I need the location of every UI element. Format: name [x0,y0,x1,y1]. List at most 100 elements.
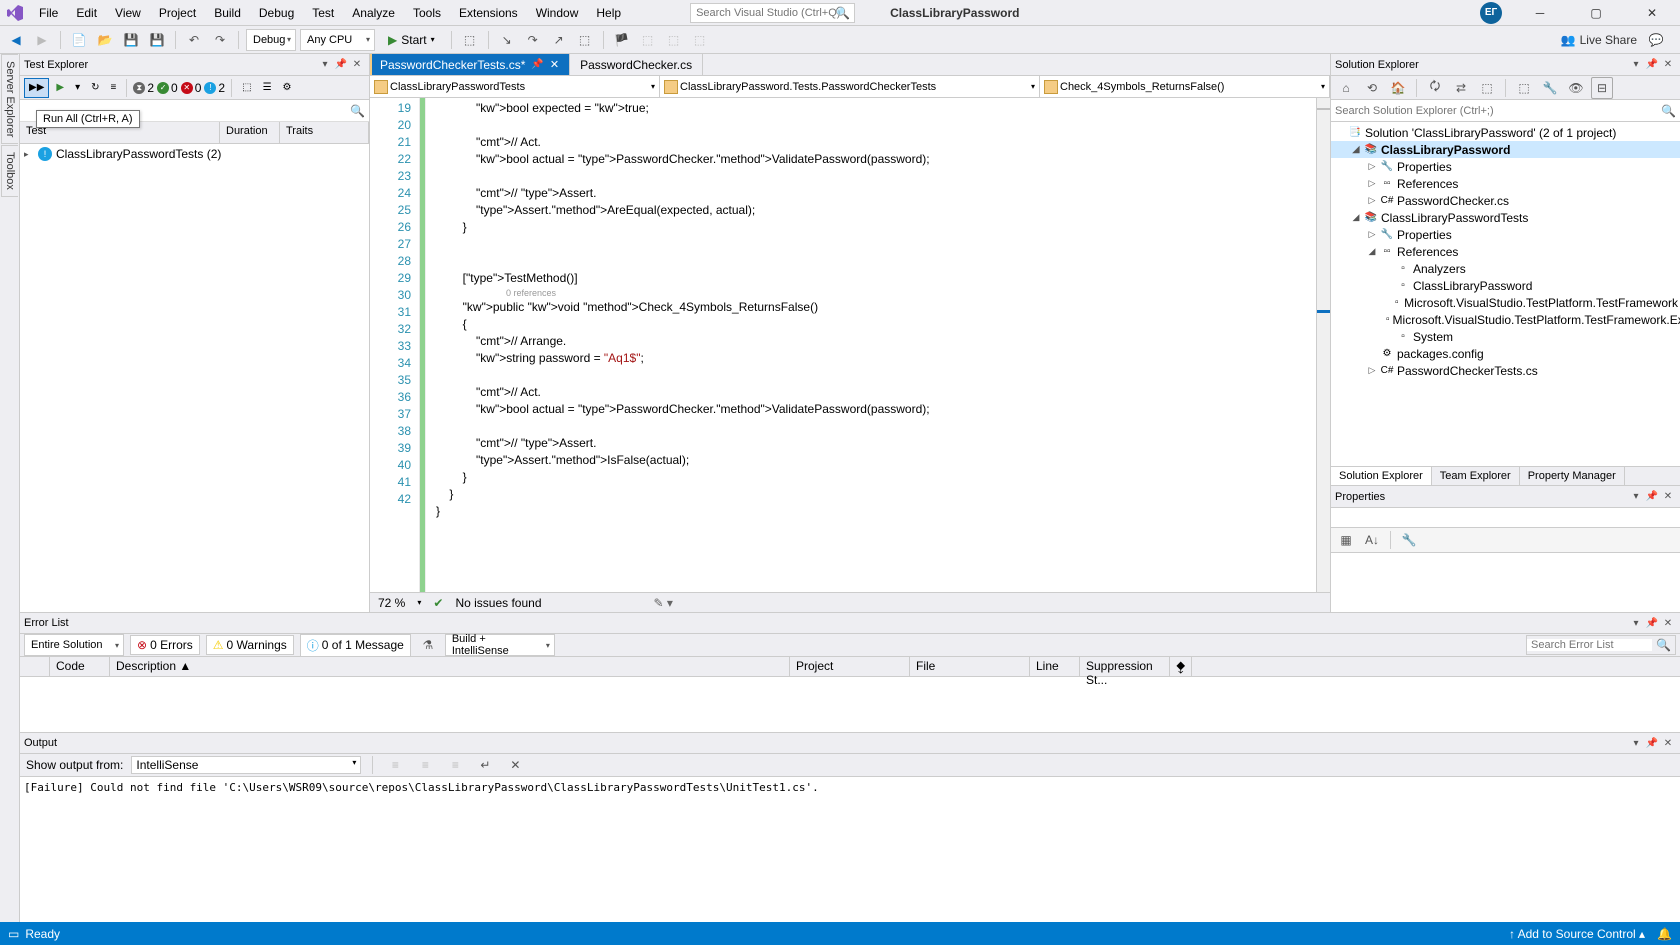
out-wordwrap-button[interactable]: ↵ [474,754,496,776]
minimize-button[interactable]: ─ [1522,1,1558,25]
messages-filter[interactable]: ⓘ0 of 1 Message [300,634,411,657]
nav-member[interactable]: Check_4Symbols_ReturnsFalse() [1040,76,1330,97]
tb-btn-flag[interactable]: 🏴 [611,29,633,51]
expand-icon[interactable]: ▷ [1367,161,1377,172]
out-pin-button[interactable]: 📌 [1644,735,1660,751]
config-dropdown[interactable]: Debug [246,29,296,51]
warnings-filter[interactable]: ⚠0 Warnings [206,635,294,655]
menu-tools[interactable]: Tools [404,3,450,23]
passed-count[interactable]: ✓0 [157,81,178,95]
se-refresh-button[interactable]: 🗘 [1424,77,1446,99]
se-node[interactable]: ◢▫▫References [1331,243,1680,260]
el-filter-button[interactable]: ⚗ [417,634,439,656]
out-dropdown-button[interactable]: ▾ [1628,735,1644,751]
total-count[interactable]: ⧗2 [133,81,154,95]
el-col[interactable]: Project [790,657,910,676]
repeat-button[interactable]: ↻ [87,78,103,98]
step-over-button[interactable]: ↷ [522,29,544,51]
global-search[interactable]: 🔍 [690,3,855,23]
open-button[interactable]: 📂 [94,29,116,51]
se-btn-2[interactable]: ⟲ [1361,77,1383,99]
menu-file[interactable]: File [30,3,67,23]
menu-analyze[interactable]: Analyze [343,3,404,23]
se-node[interactable]: ⚙packages.config [1331,345,1680,362]
expand-icon[interactable]: ▷ [1367,229,1377,240]
output-text[interactable]: [Failure] Could not find file 'C:\Users\… [20,777,1680,922]
se-node[interactable]: ◢📚ClassLibraryPasswordTests [1331,209,1680,226]
menu-extensions[interactable]: Extensions [450,3,527,23]
menu-window[interactable]: Window [527,3,588,23]
el-col[interactable]: Suppression St... [1080,657,1170,676]
expand-icon[interactable]: ◢ [1367,246,1377,257]
props-alpha-button[interactable]: A↓ [1361,529,1383,551]
se-node[interactable]: ▫Analyzers [1331,260,1680,277]
maximize-button[interactable]: ▢ [1578,1,1614,25]
pen-icon[interactable]: ✎ ▾ [654,596,673,610]
test-tree-root[interactable]: ▸ ! ClassLibraryPasswordTests (2) [22,146,367,162]
scroll-bar[interactable] [1316,98,1330,592]
col-traits[interactable]: Traits [280,122,369,143]
se-btn-3[interactable]: 🏠 [1387,77,1409,99]
expand-icon[interactable]: ◢ [1351,144,1361,155]
zoom-level[interactable]: 72 % [378,596,405,610]
el-close-button[interactable]: ✕ [1660,615,1676,631]
se-btn-10[interactable]: ⊟ [1591,77,1613,99]
se-node[interactable]: ▫Microsoft.VisualStudio.TestPlatform.Tes… [1331,294,1680,311]
close-icon[interactable]: ✕ [550,58,559,71]
out-btn-2[interactable]: ≡ [414,754,436,776]
props-object-selector[interactable] [1331,508,1680,528]
te-dropdown[interactable]: ▾ [71,78,84,98]
el-scope-dropdown[interactable]: Entire Solution [24,634,124,656]
out-btn-3[interactable]: ≡ [444,754,466,776]
tb-btn-1[interactable]: ⬚ [459,29,481,51]
el-dropdown-button[interactable]: ▾ [1628,615,1644,631]
save-all-button[interactable]: 💾 [146,29,168,51]
col-duration[interactable]: Duration [220,122,280,143]
playlist-button[interactable]: ≡ [107,78,121,98]
el-col[interactable]: Code [50,657,110,676]
se-node[interactable]: ▫Microsoft.VisualStudio.TestPlatform.Tes… [1331,311,1680,328]
out-clear-button[interactable]: ✕ [504,754,526,776]
undo-button[interactable]: ↶ [183,29,205,51]
se-node[interactable]: ▫System [1331,328,1680,345]
se-pin-button[interactable]: 📌 [1644,57,1660,73]
menu-build[interactable]: Build [205,3,250,23]
se-node[interactable]: ▷C#PasswordChecker.cs [1331,192,1680,209]
redo-button[interactable]: ↷ [209,29,231,51]
expand-icon[interactable]: ◢ [1351,212,1361,223]
code-editor[interactable]: 1920212223242526272829303132333435363738… [370,98,1330,592]
se-tab-team-explorer[interactable]: Team Explorer [1432,467,1520,485]
se-node[interactable]: ▷▫▫References [1331,175,1680,192]
props-pin-button[interactable]: 📌 [1644,489,1660,505]
liveshare-button[interactable]: 👥 Live Share [1561,33,1637,47]
props-categorized-button[interactable]: ▦ [1335,529,1357,551]
menu-project[interactable]: Project [150,3,205,23]
se-node[interactable]: ▷C#PasswordCheckerTests.cs [1331,362,1680,379]
run-button[interactable]: ▶ [52,78,68,98]
se-btn-6[interactable]: ⬚ [1476,77,1498,99]
output-from-dropdown[interactable]: IntelliSense [131,756,361,774]
expand-icon[interactable]: ▷ [1367,195,1377,206]
panel-pin-button[interactable]: 📌 [333,57,349,73]
se-preview-button[interactable]: 👁 [1565,77,1587,99]
nav-fwd-button[interactable]: ▶ [31,29,53,51]
tb-btn-9[interactable]: ⬚ [689,29,711,51]
platform-dropdown[interactable]: Any CPU [300,29,375,51]
save-button[interactable]: 💾 [120,29,142,51]
el-search-input[interactable] [1527,639,1652,651]
se-node[interactable]: ◢📚ClassLibraryPassword [1331,141,1680,158]
se-node[interactable]: 📑Solution 'ClassLibraryPassword' (2 of 1… [1331,124,1680,141]
nav-project[interactable]: ClassLibraryPasswordTests [370,76,660,97]
te-group-button[interactable]: ☰ [259,78,276,98]
el-build-dropdown[interactable]: Build + IntelliSense [445,634,555,656]
se-dropdown-button[interactable]: ▾ [1628,57,1644,73]
el-filter-icon[interactable]: ⧪ [1170,657,1192,676]
editor-tab[interactable]: PasswordCheckerTests.cs*📌✕ [370,54,570,75]
failed-count[interactable]: ✕0 [181,81,202,95]
se-search-input[interactable] [1335,105,1661,117]
el-col[interactable]: File [910,657,1030,676]
global-search-input[interactable] [691,7,854,19]
se-node[interactable]: ▷🔧Properties [1331,158,1680,175]
el-pin-button[interactable]: 📌 [1644,615,1660,631]
step-into-button[interactable]: ↘ [496,29,518,51]
